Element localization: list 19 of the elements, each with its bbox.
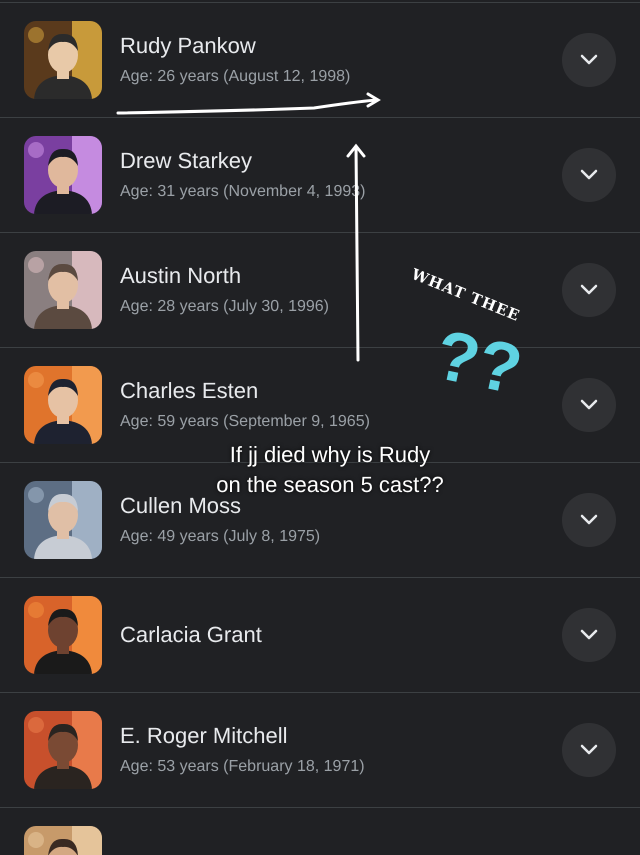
chevron-icon bbox=[580, 54, 598, 66]
age-text: Age: 59 years (September 9, 1965) bbox=[120, 412, 370, 432]
cast-name: Drew Starkey bbox=[120, 147, 252, 175]
cast-name: Charles Esten bbox=[120, 377, 258, 405]
chevron-icon bbox=[580, 514, 598, 526]
cast-name: Austin North bbox=[120, 262, 242, 290]
chevron-icon bbox=[580, 169, 598, 181]
cast-name: E. Roger Mitchell bbox=[120, 722, 288, 750]
age-text: Age: 26 years (August 12, 1998) bbox=[120, 67, 350, 87]
chevron-icon bbox=[580, 744, 598, 756]
cast-name: Carlacia Grant bbox=[120, 621, 262, 649]
age-text: Age: 49 years (July 8, 1975) bbox=[120, 527, 320, 547]
chevron-icon bbox=[580, 284, 598, 296]
chevron-icon bbox=[580, 399, 598, 411]
cast-name: Rudy Pankow bbox=[120, 32, 256, 60]
chevron-icon bbox=[580, 629, 598, 641]
caption-line: If jj died why is Rudy bbox=[230, 441, 430, 469]
age-text: Age: 28 years (July 30, 1996) bbox=[120, 297, 330, 317]
age-text: Age: 53 years (February 18, 1971) bbox=[120, 757, 365, 777]
